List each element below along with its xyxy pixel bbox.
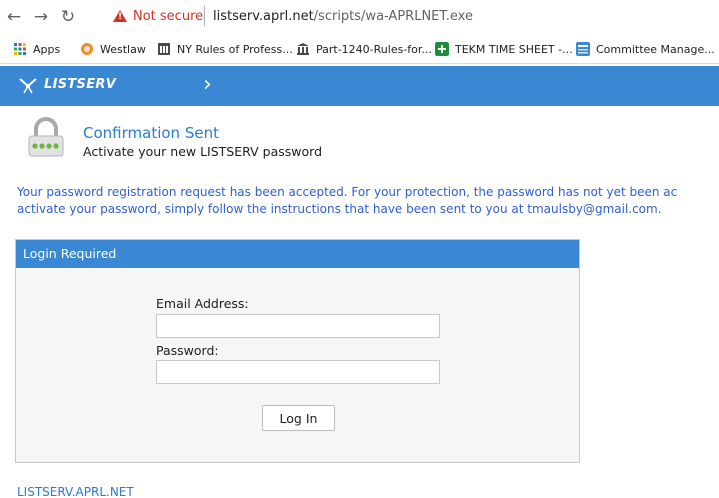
email-label: Email Address: (156, 296, 249, 311)
building-icon (158, 43, 170, 55)
bookmark-label: Committee Manage... (596, 42, 715, 56)
footer-listserv-link[interactable]: LISTSERV.APRL.NET (17, 485, 134, 498)
email-field[interactable] (156, 314, 440, 338)
login-panel-header: Login Required (16, 240, 579, 268)
courthouse-icon (297, 43, 309, 55)
bookmark-label: Apps (33, 42, 61, 56)
confirmation-title: Confirmation Sent (83, 124, 219, 142)
bookmark-committee-manage[interactable]: Committee Manage... (576, 42, 715, 56)
forward-arrow-icon[interactable]: → (31, 7, 51, 27)
bookmark-label: TEKM TIME SHEET -... (455, 42, 573, 56)
password-field[interactable] (156, 360, 440, 384)
log-in-button[interactable]: Log In (262, 405, 335, 431)
sheets-plus-icon (435, 42, 449, 56)
confirmation-message-line2: activate your password, simply follow th… (17, 202, 662, 216)
reload-icon[interactable]: ↻ (58, 7, 78, 27)
back-arrow-icon[interactable]: ← (4, 7, 24, 27)
password-label: Password: (156, 343, 219, 358)
padlock-icon (28, 117, 64, 157)
url-field[interactable]: listserv.aprl.net/scripts/wa-APRLNET.exe (213, 9, 473, 24)
listserv-icon (576, 42, 590, 56)
bookmark-westlaw[interactable]: Westlaw (80, 42, 146, 56)
listserv-logo-icon[interactable] (18, 75, 38, 95)
listserv-banner: LISTSERV › (0, 66, 719, 106)
bookmark-label: NY Rules of Profess... (177, 42, 293, 56)
url-separator (204, 6, 205, 26)
bookmark-tekm-time-sheet[interactable]: TEKM TIME SHEET -... (435, 42, 573, 56)
bookmark-label: Part-1240-Rules-for... (316, 42, 432, 56)
login-panel: Login Required Email Address: Password: … (15, 239, 580, 463)
apps-grid-icon (14, 43, 26, 55)
bookmarks-bar: Apps Westlaw NY Rules of Profess... Part… (0, 36, 719, 64)
bookmark-apps[interactable]: Apps (13, 42, 60, 56)
url-path: /scripts/wa-APRLNET.exe (313, 9, 473, 24)
bookmark-part-1240[interactable]: Part-1240-Rules-for... (296, 42, 432, 56)
browser-address-bar: ← → ↻ Not secure listserv.aprl.net/scrip… (0, 0, 719, 36)
listserv-brand[interactable]: LISTSERV (44, 77, 116, 92)
chevron-right-icon[interactable]: › (203, 72, 212, 97)
url-host: listserv.aprl.net (213, 9, 314, 24)
bookmark-label: Westlaw (100, 42, 146, 56)
confirmation-message-line1: Your password registration request has b… (17, 185, 678, 199)
bookmark-ny-rules[interactable]: NY Rules of Profess... (157, 42, 293, 56)
westlaw-icon (81, 43, 93, 55)
warning-triangle-icon[interactable] (113, 10, 127, 22)
confirmation-subtitle: Activate your new LISTSERV password (83, 144, 323, 159)
not-secure-label[interactable]: Not secure (133, 9, 203, 24)
